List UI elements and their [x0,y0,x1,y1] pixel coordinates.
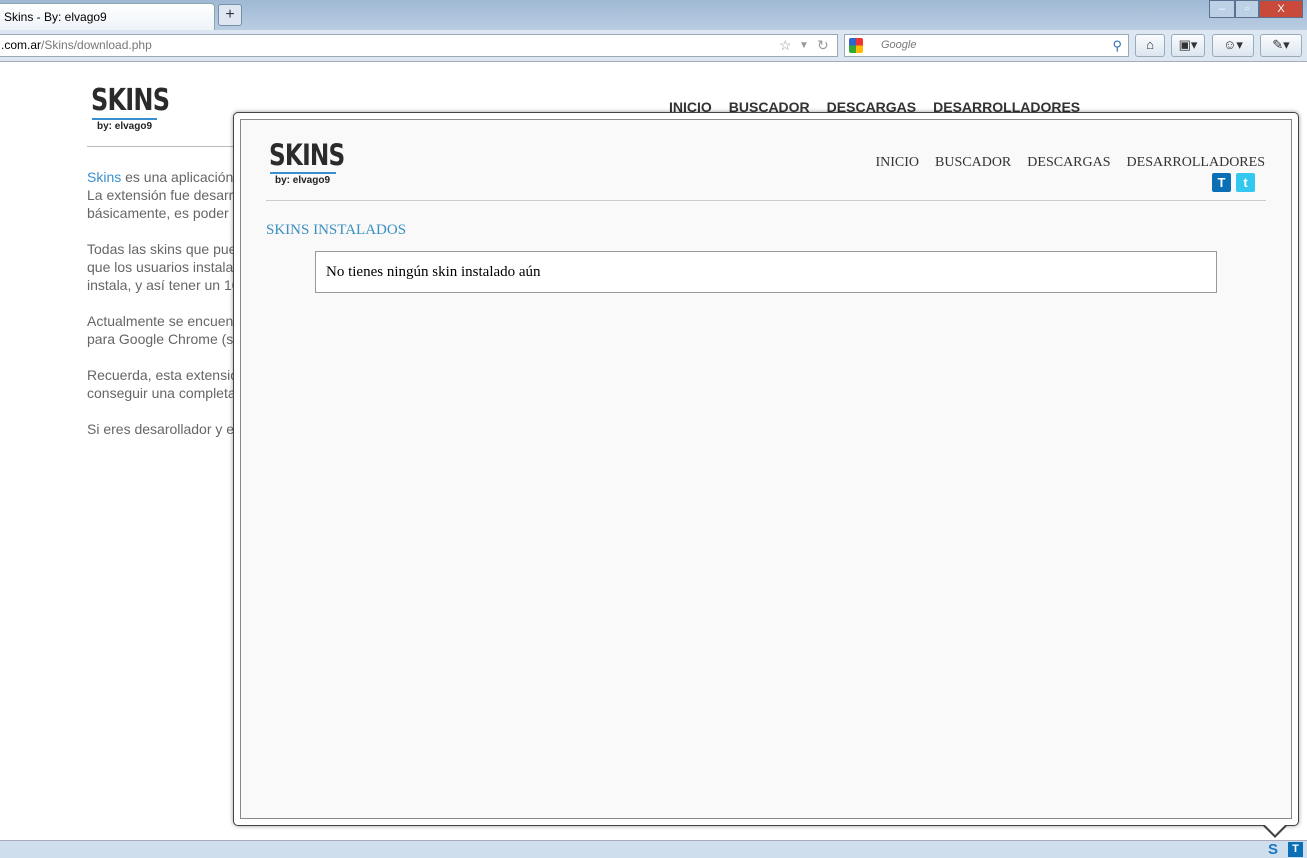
text-line: Si eres desarollador y es [87,421,237,437]
tools-icon: ✎▾ [1272,37,1290,52]
popup-nav: INICIO BUSCADOR DESCARGAS DESARROLLADORES [859,155,1265,171]
home-button[interactable]: ⌂ [1135,34,1165,57]
empty-message: No tienes ningún skin instalado aún [326,264,541,280]
home-icon: ⌂ [1146,37,1154,52]
smiley-icon: ☺▾ [1223,37,1243,52]
text-line: conseguir una completa [87,385,236,401]
skins-extension-icon[interactable]: S [1268,841,1278,858]
new-tab-button[interactable]: + [218,4,242,26]
text-line: para Google Chrome (si [87,331,237,347]
url-bar[interactable]: .com.ar/Skins/download.php ☆ ▼ ↻ [0,34,838,57]
empty-message-box: No tienes ningún skin instalado aún [315,251,1217,293]
popup-byline: by: elvago9 [275,175,331,186]
text-line: que los usuarios instalar [87,259,237,275]
url-domain: .com.ar [1,38,42,52]
status-bar: S T [0,840,1307,858]
intro-text: Skins es una aplicación La extensión fue … [87,168,237,456]
browser-tab[interactable]: Skins - By: elvago9 [0,3,215,30]
taringa-icon[interactable]: T [1212,173,1231,192]
addon-button[interactable]: ☺▾ [1212,34,1254,57]
popup-nav-descargas[interactable]: DESCARGAS [1027,155,1110,170]
text-line: Recuerda, esta extensió [87,367,237,383]
logo-underline [92,118,157,120]
url-path: /Skins/download.php [41,38,152,52]
tools-button[interactable]: ✎▾ [1260,34,1302,57]
bookmark-star-icon[interactable]: ☆ [779,35,792,56]
text-line: básicamente, es poder i [87,205,236,221]
bookmarks-button[interactable]: ▣▾ [1171,34,1205,57]
text-line: es una aplicación [121,169,234,185]
close-button[interactable]: X [1259,0,1303,18]
text-line: Actualmente se encuent [87,313,237,329]
google-icon [849,38,863,53]
taringa-extension-icon[interactable]: T [1288,842,1303,857]
extension-popup: SKINS by: elvago9 INICIO BUSCADOR DESCARGA… [233,112,1299,826]
text-line: Todas las skins que pue [87,241,237,257]
site-logo[interactable]: SKINS [91,83,170,118]
search-placeholder: Google [881,39,917,51]
skins-link[interactable]: Skins [87,169,121,185]
text-line: La extensión fue desarro [87,187,237,203]
site-byline: by: elvago9 [97,121,153,132]
popup-nav-inicio[interactable]: INICIO [875,155,919,170]
tab-title: Skins - By: elvago9 [4,10,107,24]
divider [266,200,1266,201]
popup-content: SKINS by: elvago9 INICIO BUSCADOR DESCARGA… [240,119,1292,819]
twitter-icon[interactable]: t [1236,173,1255,192]
dropdown-icon[interactable]: ▼ [799,35,809,56]
minimize-button[interactable]: – [1209,0,1235,18]
text-line: instala, y así tener un 10 [87,277,237,293]
popup-logo[interactable]: SKINS [269,138,345,172]
search-icon[interactable]: ⚲ [1112,35,1122,56]
logo-underline [270,172,336,174]
search-input[interactable]: Google ⚲ [844,34,1129,57]
popup-nav-buscador[interactable]: BUSCADOR [935,155,1011,170]
bookmarks-icon: ▣▾ [1178,37,1198,52]
browser-navbar: .com.ar/Skins/download.php ☆ ▼ ↻ Google … [0,30,1307,62]
popup-nav-desarrolladores[interactable]: DESARROLLADORES [1127,155,1265,170]
restore-button[interactable]: ▫ [1235,0,1259,18]
section-title: SKINS INSTALADOS [266,222,407,238]
browser-titlebar: Skins - By: elvago9 + – ▫ X [0,0,1307,30]
popup-pointer-fill [1264,824,1286,835]
reload-icon[interactable]: ↻ [817,35,829,56]
divider [87,146,247,147]
